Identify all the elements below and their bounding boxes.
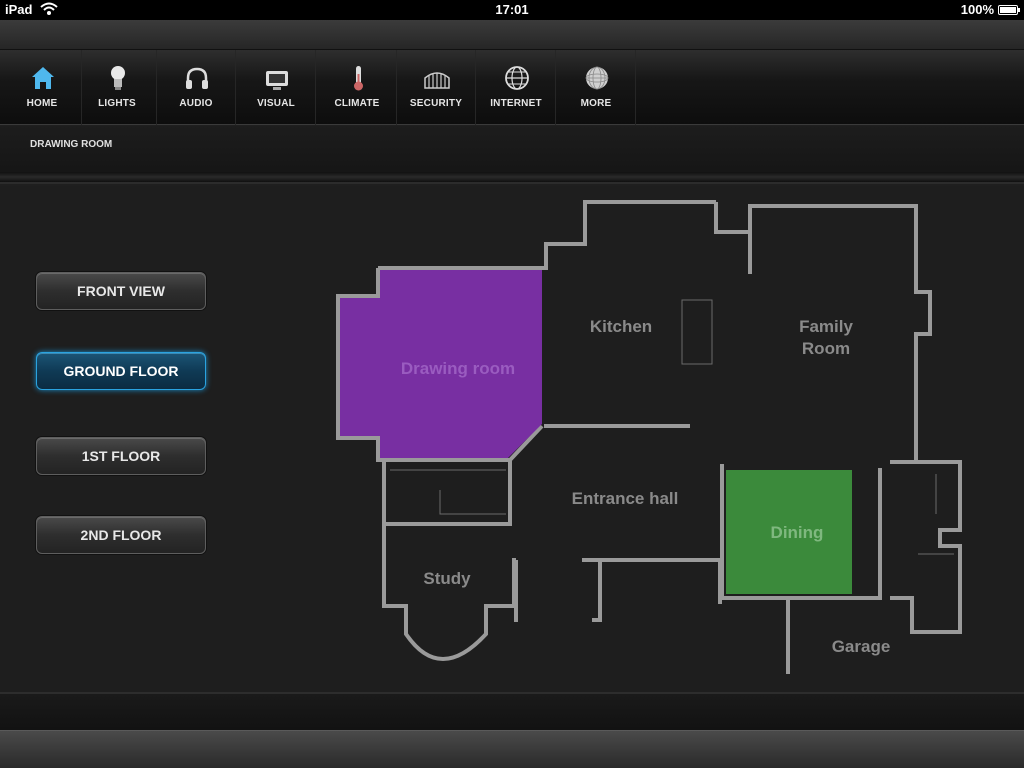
nav-more[interactable]: MORE — [556, 50, 636, 125]
top-strip — [0, 20, 1024, 50]
label-family-room-2: Room — [802, 339, 850, 358]
thermometer-icon — [354, 66, 363, 91]
tv-icon — [266, 71, 288, 90]
nav-climate[interactable]: CLIMATE — [317, 50, 397, 125]
ground-floor-button[interactable]: GROUND FLOOR — [36, 352, 206, 390]
label-entrance-hall: Entrance hall — [572, 489, 679, 508]
bottom-toolbar — [0, 730, 1024, 768]
headphones-icon — [186, 67, 208, 89]
divider — [0, 172, 1024, 182]
nav-audio[interactable]: AUDIO — [156, 50, 236, 125]
front-view-button[interactable]: FRONT VIEW — [36, 272, 206, 310]
label-family-room-1: Family — [799, 317, 853, 336]
sphere-icon — [585, 66, 609, 90]
nav-security[interactable]: SECURITY — [396, 50, 476, 125]
gate-icon — [424, 72, 450, 89]
label-drawing-room: Drawing room — [401, 359, 515, 378]
breadcrumb-bar: DRAWING ROOM — [0, 126, 1024, 184]
nav-label-more: MORE — [580, 98, 612, 109]
main-panel: FRONT VIEW GROUND FLOOR 1ST FLOOR 2ND FL… — [0, 186, 1024, 692]
label-study: Study — [423, 569, 471, 588]
home-icon — [32, 67, 54, 89]
first-floor-button[interactable]: 1ST FLOOR — [36, 437, 206, 475]
lightbulb-icon — [111, 66, 125, 90]
label-dining: Dining — [771, 523, 824, 542]
nav-label-home: HOME — [26, 98, 58, 109]
nav-label-climate: CLIMATE — [334, 98, 380, 109]
globe-icon — [505, 66, 529, 90]
nav-label-lights: LIGHTS — [98, 98, 136, 109]
nav-visual[interactable]: VISUAL — [236, 50, 316, 125]
nav-label-security: SECURITY — [409, 98, 463, 109]
main-nav: HOME LIGHTS AUDIO VISUAL CLIMATE SECURIT… — [0, 50, 1024, 125]
nav-label-audio: AUDIO — [179, 98, 213, 109]
label-garage: Garage — [832, 637, 891, 656]
bottom-bar — [0, 692, 1024, 730]
nav-label-internet: INTERNET — [490, 98, 542, 109]
nav-home[interactable]: HOME — [2, 50, 82, 125]
status-bar: iPad 17:01 100% — [0, 0, 1024, 20]
battery-percent: 100% — [960, 2, 994, 17]
breadcrumb: DRAWING ROOM — [30, 139, 113, 150]
floor-plan: Drawing room Kitchen Family Room Entranc… — [336, 200, 962, 674]
second-floor-button[interactable]: 2ND FLOOR — [36, 516, 206, 554]
battery-icon — [998, 5, 1020, 15]
nav-lights[interactable]: LIGHTS — [77, 50, 157, 125]
nav-internet[interactable]: INTERNET — [476, 50, 556, 125]
label-kitchen: Kitchen — [590, 317, 652, 336]
nav-label-visual: VISUAL — [257, 98, 295, 109]
clock: 17:01 — [495, 2, 529, 17]
